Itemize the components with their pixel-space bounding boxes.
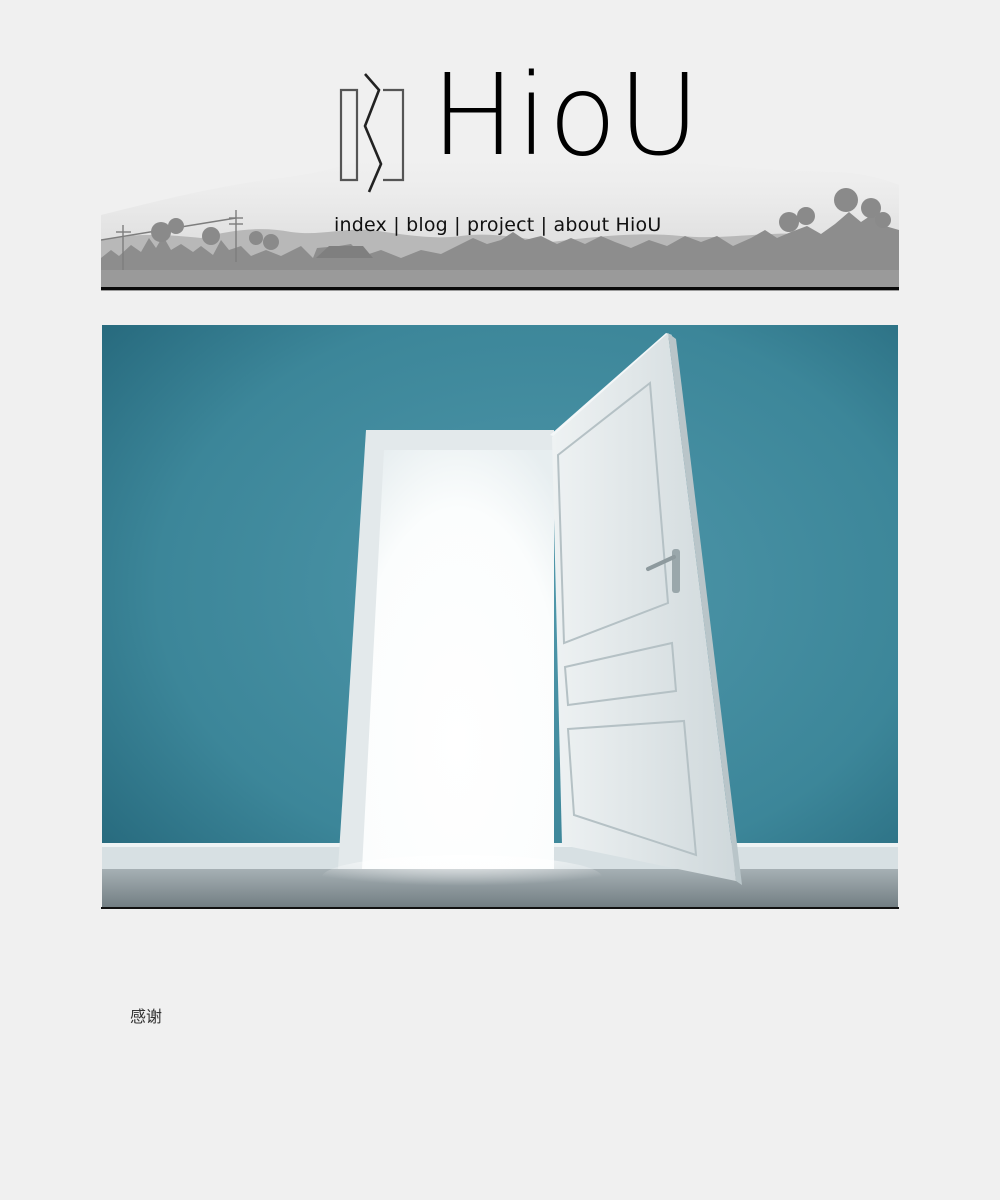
nav-separator: | (540, 214, 548, 236)
hero-image (102, 325, 898, 909)
site-header: HioU index | blog | project | about HioU (101, 0, 899, 291)
nav-link-about[interactable]: about HioU (553, 214, 661, 236)
logo-icon[interactable] (335, 68, 409, 194)
nav-link-project[interactable]: project (467, 214, 534, 236)
hero-divider (101, 907, 899, 909)
page: HioU index | blog | project | about HioU (0, 0, 1000, 1200)
nav-separator: | (393, 214, 400, 236)
open-door-illustration (102, 325, 898, 909)
nav-separator: | (454, 214, 461, 236)
nav-link-index[interactable]: index (334, 214, 387, 236)
header-divider (101, 287, 899, 290)
content-text: 感谢 (130, 1007, 163, 1026)
nav-link-blog[interactable]: blog (406, 214, 448, 236)
site-logo-text[interactable]: HioU (431, 60, 701, 172)
main-nav: index | blog | project | about HioU (334, 214, 661, 236)
